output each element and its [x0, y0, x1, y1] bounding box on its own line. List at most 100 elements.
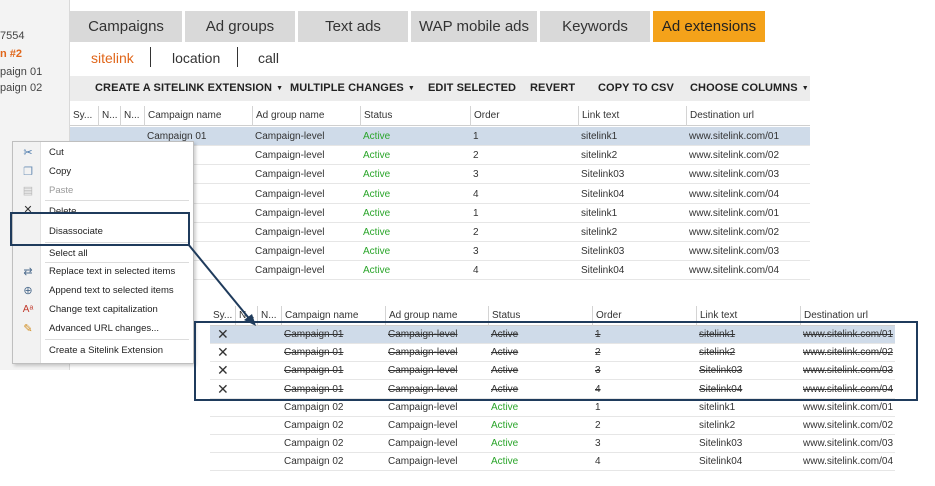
cell-ad-group-name[interactable]: Campaign-level: [385, 435, 488, 453]
table-row[interactable]: Campaign 02 Campaign-level Active 4 Sitelink…: [210, 453, 895, 472]
create-sitelink-extension-button[interactable]: CREATE A SITELINK EXTENSION ▼: [95, 82, 283, 94]
subtab-location[interactable]: location: [172, 50, 220, 66]
cell-campaign-name[interactable]: Campaign 02: [281, 417, 385, 435]
cell-ad-group-name[interactable]: Campaign-level: [252, 204, 360, 223]
cell-destination-url[interactable]: www.sitelink.com/04: [686, 185, 810, 204]
col-ad-group-name[interactable]: Ad group name: [252, 106, 360, 126]
cell-destination-url[interactable]: www.sitelink.com/01: [800, 399, 895, 417]
tab-campaigns[interactable]: Campaigns: [70, 11, 182, 42]
cell-order[interactable]: 2: [470, 223, 578, 242]
cell-destination-url[interactable]: www.sitelink.com/03: [800, 435, 895, 453]
sidebar-item-campaign-02[interactable]: paign 02: [0, 82, 42, 94]
cell-status[interactable]: Active: [488, 399, 592, 417]
cell-link-text[interactable]: sitelink1: [578, 204, 686, 223]
cell-link-text[interactable]: sitelink2: [696, 417, 800, 435]
col-n1[interactable]: N...: [98, 106, 120, 126]
cell-order[interactable]: 4: [470, 185, 578, 204]
cell-link-text[interactable]: Sitelink03: [578, 165, 686, 184]
multiple-changes-button[interactable]: MULTIPLE CHANGES ▼: [290, 82, 415, 94]
cell-order[interactable]: 3: [470, 242, 578, 261]
tab-ad-extensions[interactable]: Ad extensions: [653, 11, 765, 42]
tab-wap-mobile-ads[interactable]: WAP mobile ads: [411, 11, 537, 42]
cell-destination-url[interactable]: www.sitelink.com/04: [800, 453, 895, 471]
menu-item-append-text[interactable]: Append text to selected items: [49, 285, 174, 296]
cell-link-text[interactable]: sitelink2: [578, 223, 686, 242]
cell-order[interactable]: 2: [470, 146, 578, 165]
col-n2[interactable]: N...: [120, 106, 144, 126]
cell-link-text[interactable]: sitelink1: [696, 399, 800, 417]
cell-ad-group-name[interactable]: Campaign-level: [252, 127, 360, 146]
menu-item-copy[interactable]: Copy: [49, 166, 71, 177]
cell-order[interactable]: 2: [592, 417, 696, 435]
cell-order[interactable]: 1: [592, 399, 696, 417]
col-destination-url[interactable]: Destination url: [686, 106, 810, 126]
cell-link-text[interactable]: Sitelink04: [578, 185, 686, 204]
table-row[interactable]: Campaign 02 Campaign-level Active 1 sitelink…: [210, 399, 895, 417]
cell-link-text[interactable]: Sitelink03: [578, 242, 686, 261]
cell-order[interactable]: 4: [470, 261, 578, 280]
cell-ad-group-name[interactable]: Campaign-level: [252, 165, 360, 184]
subtab-sitelink[interactable]: sitelink: [91, 50, 134, 66]
menu-item-cut[interactable]: Cut: [49, 147, 64, 158]
cell-link-text[interactable]: Sitelink03: [696, 435, 800, 453]
cell-ad-group-name[interactable]: Campaign-level: [385, 417, 488, 435]
tab-text-ads[interactable]: Text ads: [298, 11, 408, 42]
tab-ad-groups[interactable]: Ad groups: [185, 11, 295, 42]
tab-keywords[interactable]: Keywords: [540, 11, 650, 42]
edit-selected-button[interactable]: EDIT SELECTED: [428, 82, 516, 94]
col-campaign-name[interactable]: Campaign name: [144, 106, 252, 126]
cell-status[interactable]: Active: [360, 127, 470, 146]
cell-status[interactable]: Active: [360, 146, 470, 165]
cell-status[interactable]: Active: [360, 242, 470, 261]
cell-campaign-name[interactable]: Campaign 02: [281, 453, 385, 471]
cell-campaign-name[interactable]: Campaign 02: [281, 399, 385, 417]
cell-destination-url[interactable]: www.sitelink.com/03: [686, 165, 810, 184]
cell-order[interactable]: 1: [470, 204, 578, 223]
cell-ad-group-name[interactable]: Campaign-level: [252, 185, 360, 204]
cell-destination-url[interactable]: www.sitelink.com/04: [686, 261, 810, 280]
menu-item-advanced-url-changes[interactable]: Advanced URL changes...: [49, 323, 159, 334]
cell-status[interactable]: Active: [488, 453, 592, 471]
menu-item-change-capitalization[interactable]: Change text capitalization: [49, 304, 158, 315]
sidebar-item-campaign-01[interactable]: paign 01: [0, 66, 42, 78]
cell-destination-url[interactable]: www.sitelink.com/02: [686, 223, 810, 242]
cell-status[interactable]: Active: [360, 223, 470, 242]
col-link-text[interactable]: Link text: [578, 106, 686, 126]
cell-status[interactable]: Active: [360, 185, 470, 204]
cell-link-text[interactable]: sitelink2: [578, 146, 686, 165]
col-status[interactable]: Status: [360, 106, 470, 126]
cell-status[interactable]: Active: [360, 261, 470, 280]
cell-link-text[interactable]: Sitelink04: [578, 261, 686, 280]
table-row[interactable]: Campaign 02 Campaign-level Active 3 Sitelink…: [210, 435, 895, 454]
cell-ad-group-name[interactable]: Campaign-level: [385, 399, 488, 417]
cell-status[interactable]: Active: [360, 204, 470, 223]
cell-order[interactable]: 4: [592, 453, 696, 471]
cell-status[interactable]: Active: [488, 435, 592, 453]
cell-order[interactable]: 1: [470, 127, 578, 146]
copy-to-csv-button[interactable]: COPY TO CSV: [598, 82, 674, 94]
col-order[interactable]: Order: [470, 106, 578, 126]
cell-link-text[interactable]: sitelink1: [578, 127, 686, 146]
cell-order[interactable]: 3: [470, 165, 578, 184]
cell-destination-url[interactable]: www.sitelink.com/01: [686, 127, 810, 146]
subtab-call[interactable]: call: [258, 50, 279, 66]
cell-order[interactable]: 3: [592, 435, 696, 453]
cell-destination-url[interactable]: www.sitelink.com/02: [686, 146, 810, 165]
cell-destination-url[interactable]: www.sitelink.com/01: [686, 204, 810, 223]
menu-item-create-sitelink-extension[interactable]: Create a Sitelink Extension: [49, 345, 163, 356]
cell-ad-group-name[interactable]: Campaign-level: [252, 146, 360, 165]
menu-item-select-all[interactable]: Select all: [49, 248, 88, 259]
col-sync[interactable]: Sy...: [70, 106, 98, 126]
cell-status[interactable]: Active: [488, 417, 592, 435]
cell-destination-url[interactable]: www.sitelink.com/02: [800, 417, 895, 435]
menu-item-replace-text[interactable]: Replace text in selected items: [49, 266, 175, 277]
choose-columns-button[interactable]: CHOOSE COLUMNS ▼: [690, 82, 809, 94]
cell-campaign-name[interactable]: Campaign 02: [281, 435, 385, 453]
sidebar-item-selected[interactable]: n #2: [0, 48, 22, 60]
cell-link-text[interactable]: Sitelink04: [696, 453, 800, 471]
revert-button[interactable]: REVERT: [530, 82, 575, 94]
cell-destination-url[interactable]: www.sitelink.com/03: [686, 242, 810, 261]
cell-status[interactable]: Active: [360, 165, 470, 184]
cell-ad-group-name[interactable]: Campaign-level: [385, 453, 488, 471]
table-row[interactable]: Campaign 02 Campaign-level Active 2 sitelink…: [210, 417, 895, 435]
